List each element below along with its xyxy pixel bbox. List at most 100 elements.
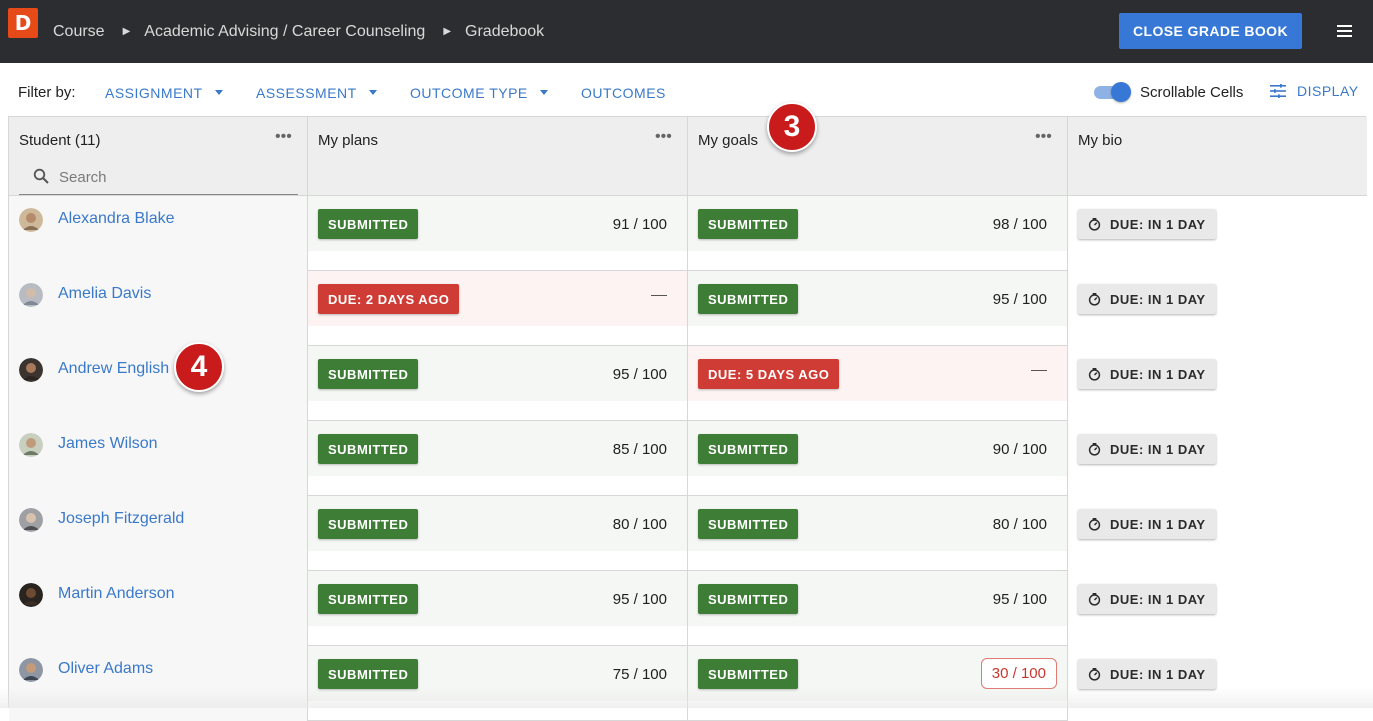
avatar[interactable] — [19, 658, 43, 682]
scrollable-cells-toggle[interactable] — [1094, 82, 1132, 102]
student-name-link[interactable]: Amelia Davis — [58, 285, 151, 303]
grade-cell-my-plans[interactable]: SUBMITTED 91 / 100 — [308, 196, 688, 271]
grade-cell-my-goals[interactable]: SUBMITTED 98 / 100 — [688, 196, 1068, 271]
student-column-more-icon[interactable]: ••• — [275, 129, 292, 145]
due-badge: DUE: IN 1 DAY — [1078, 659, 1216, 689]
search-input[interactable] — [59, 165, 279, 189]
display-button[interactable]: DISPLAY — [1270, 83, 1359, 99]
filter-outcome-type-dropdown[interactable]: OUTCOME TYPE — [410, 85, 548, 101]
hamburger-menu-icon[interactable] — [1337, 25, 1352, 37]
student-cell: Alexandra Blake — [9, 196, 308, 271]
status-badge: SUBMITTED — [318, 359, 419, 389]
column-header-my-plans: My plans ••• — [308, 117, 688, 196]
empty-score-dash — [1031, 370, 1047, 371]
timer-icon — [1088, 517, 1101, 531]
breadcrumb-course[interactable]: Course — [53, 23, 105, 41]
avatar[interactable] — [19, 283, 43, 307]
grade-cell-my-plans[interactable]: SUBMITTED 95 / 100 — [308, 346, 688, 421]
status-badge: DUE: 5 DAYS AGO — [698, 359, 840, 389]
grade-cell-my-bio[interactable]: DUE: IN 1 DAY — [1068, 421, 1367, 496]
score-value: 95 / 100 — [612, 366, 667, 383]
filter-outcomes-button[interactable]: OUTCOMES — [581, 85, 666, 101]
column-title-my-goals[interactable]: My goals — [698, 132, 758, 149]
student-cell: Joseph Fitzgerald — [9, 496, 308, 571]
grade-cell-my-bio[interactable]: DUE: IN 1 DAY — [1068, 271, 1367, 346]
student-name-link[interactable]: Oliver Adams — [58, 660, 153, 678]
grade-cell-my-plans[interactable]: SUBMITTED 75 / 100 — [308, 646, 688, 721]
grade-cell-my-plans[interactable]: DUE: 2 DAYS AGO — [308, 271, 688, 346]
student-cell: Oliver Adams — [9, 646, 308, 721]
breadcrumb-separator-icon: ▶ — [443, 26, 452, 37]
grade-cell-my-goals[interactable]: SUBMITTED 90 / 100 — [688, 421, 1068, 496]
scrollable-cells-label: Scrollable Cells — [1140, 84, 1244, 101]
column-title-my-plans[interactable]: My plans — [318, 132, 378, 149]
column-title-my-bio[interactable]: My bio — [1078, 132, 1122, 149]
avatar[interactable] — [19, 208, 43, 232]
score-value: 80 / 100 — [992, 516, 1047, 533]
student-name-link[interactable]: Andrew English — [58, 360, 169, 378]
student-name-link[interactable]: Alexandra Blake — [58, 210, 175, 228]
student-name-link[interactable]: Joseph Fitzgerald — [58, 510, 184, 528]
grade-cell-my-goals[interactable]: SUBMITTED 30 / 100 — [688, 646, 1068, 721]
grade-cell-my-bio[interactable]: DUE: IN 1 DAY — [1068, 646, 1367, 721]
score-value: 95 / 100 — [992, 291, 1047, 308]
grade-cell-my-plans[interactable]: SUBMITTED 80 / 100 — [308, 496, 688, 571]
my-goals-more-icon[interactable]: ••• — [1035, 129, 1052, 145]
my-plans-more-icon[interactable]: ••• — [655, 129, 672, 145]
caret-down-icon — [539, 89, 548, 95]
display-label: DISPLAY — [1297, 83, 1359, 99]
table-row: James Wilson SUBMITTED 85 / 100 SUBMITTE… — [9, 421, 1367, 496]
grade-cell-my-bio[interactable]: DUE: IN 1 DAY — [1068, 196, 1367, 271]
empty-score-dash — [651, 295, 667, 296]
grade-cell-my-goals[interactable]: DUE: 5 DAYS AGO — [688, 346, 1068, 421]
status-badge: SUBMITTED — [318, 659, 419, 689]
score-value: 95 / 100 — [992, 591, 1047, 608]
grade-cell-my-goals[interactable]: SUBMITTED 95 / 100 — [688, 571, 1068, 646]
filter-assessment-dropdown[interactable]: ASSESSMENT — [256, 85, 377, 101]
student-search — [19, 163, 298, 195]
breadcrumb-gradebook[interactable]: Gradebook — [465, 23, 544, 41]
app-logo[interactable]: D — [8, 8, 38, 38]
status-badge: SUBMITTED — [318, 584, 419, 614]
close-grade-book-button[interactable]: CLOSE GRADE BOOK — [1119, 13, 1302, 49]
timer-icon — [1088, 367, 1101, 381]
step-callout-3: 3 — [767, 102, 817, 152]
avatar[interactable] — [19, 358, 43, 382]
timer-icon — [1088, 592, 1101, 606]
table-row: Joseph Fitzgerald SUBMITTED 80 / 100 SUB… — [9, 496, 1367, 571]
student-column-title[interactable]: Student (11) — [19, 132, 100, 149]
student-cell: Martin Anderson — [9, 571, 308, 646]
step-callout-4: 4 — [174, 342, 224, 392]
caret-down-icon — [368, 89, 377, 95]
status-badge: SUBMITTED — [698, 584, 799, 614]
score-value: 75 / 100 — [612, 666, 667, 683]
grade-cell-my-goals[interactable]: SUBMITTED 95 / 100 — [688, 271, 1068, 346]
grade-cell-my-bio[interactable]: DUE: IN 1 DAY — [1068, 346, 1367, 421]
student-name-link[interactable]: Martin Anderson — [58, 585, 175, 603]
status-badge: SUBMITTED — [318, 509, 419, 539]
score-value: 91 / 100 — [612, 216, 667, 233]
score-value: 80 / 100 — [612, 516, 667, 533]
status-badge: SUBMITTED — [698, 659, 799, 689]
score-value: 98 / 100 — [992, 216, 1047, 233]
student-name-link[interactable]: James Wilson — [58, 435, 158, 453]
column-header-my-bio: My bio — [1068, 117, 1367, 196]
due-badge: DUE: IN 1 DAY — [1078, 284, 1216, 314]
grade-cell-my-goals[interactable]: SUBMITTED 80 / 100 — [688, 496, 1068, 571]
avatar[interactable] — [19, 433, 43, 457]
timer-icon — [1088, 667, 1101, 681]
avatar[interactable] — [19, 583, 43, 607]
filter-assignment-dropdown[interactable]: ASSIGNMENT — [105, 85, 223, 101]
timer-icon — [1088, 292, 1101, 306]
student-cell: Andrew English — [9, 346, 308, 421]
grade-cell-my-plans[interactable]: SUBMITTED 85 / 100 — [308, 421, 688, 496]
student-cell: Amelia Davis — [9, 271, 308, 346]
low-score-value: 30 / 100 — [980, 658, 1057, 689]
grade-cell-my-bio[interactable]: DUE: IN 1 DAY — [1068, 571, 1367, 646]
grade-cell-my-bio[interactable]: DUE: IN 1 DAY — [1068, 496, 1367, 571]
breadcrumb-course-name[interactable]: Academic Advising / Career Counseling — [144, 23, 425, 41]
avatar[interactable] — [19, 508, 43, 532]
tune-sliders-icon — [1270, 84, 1286, 98]
grade-cell-my-plans[interactable]: SUBMITTED 95 / 100 — [308, 571, 688, 646]
timer-icon — [1088, 442, 1101, 456]
